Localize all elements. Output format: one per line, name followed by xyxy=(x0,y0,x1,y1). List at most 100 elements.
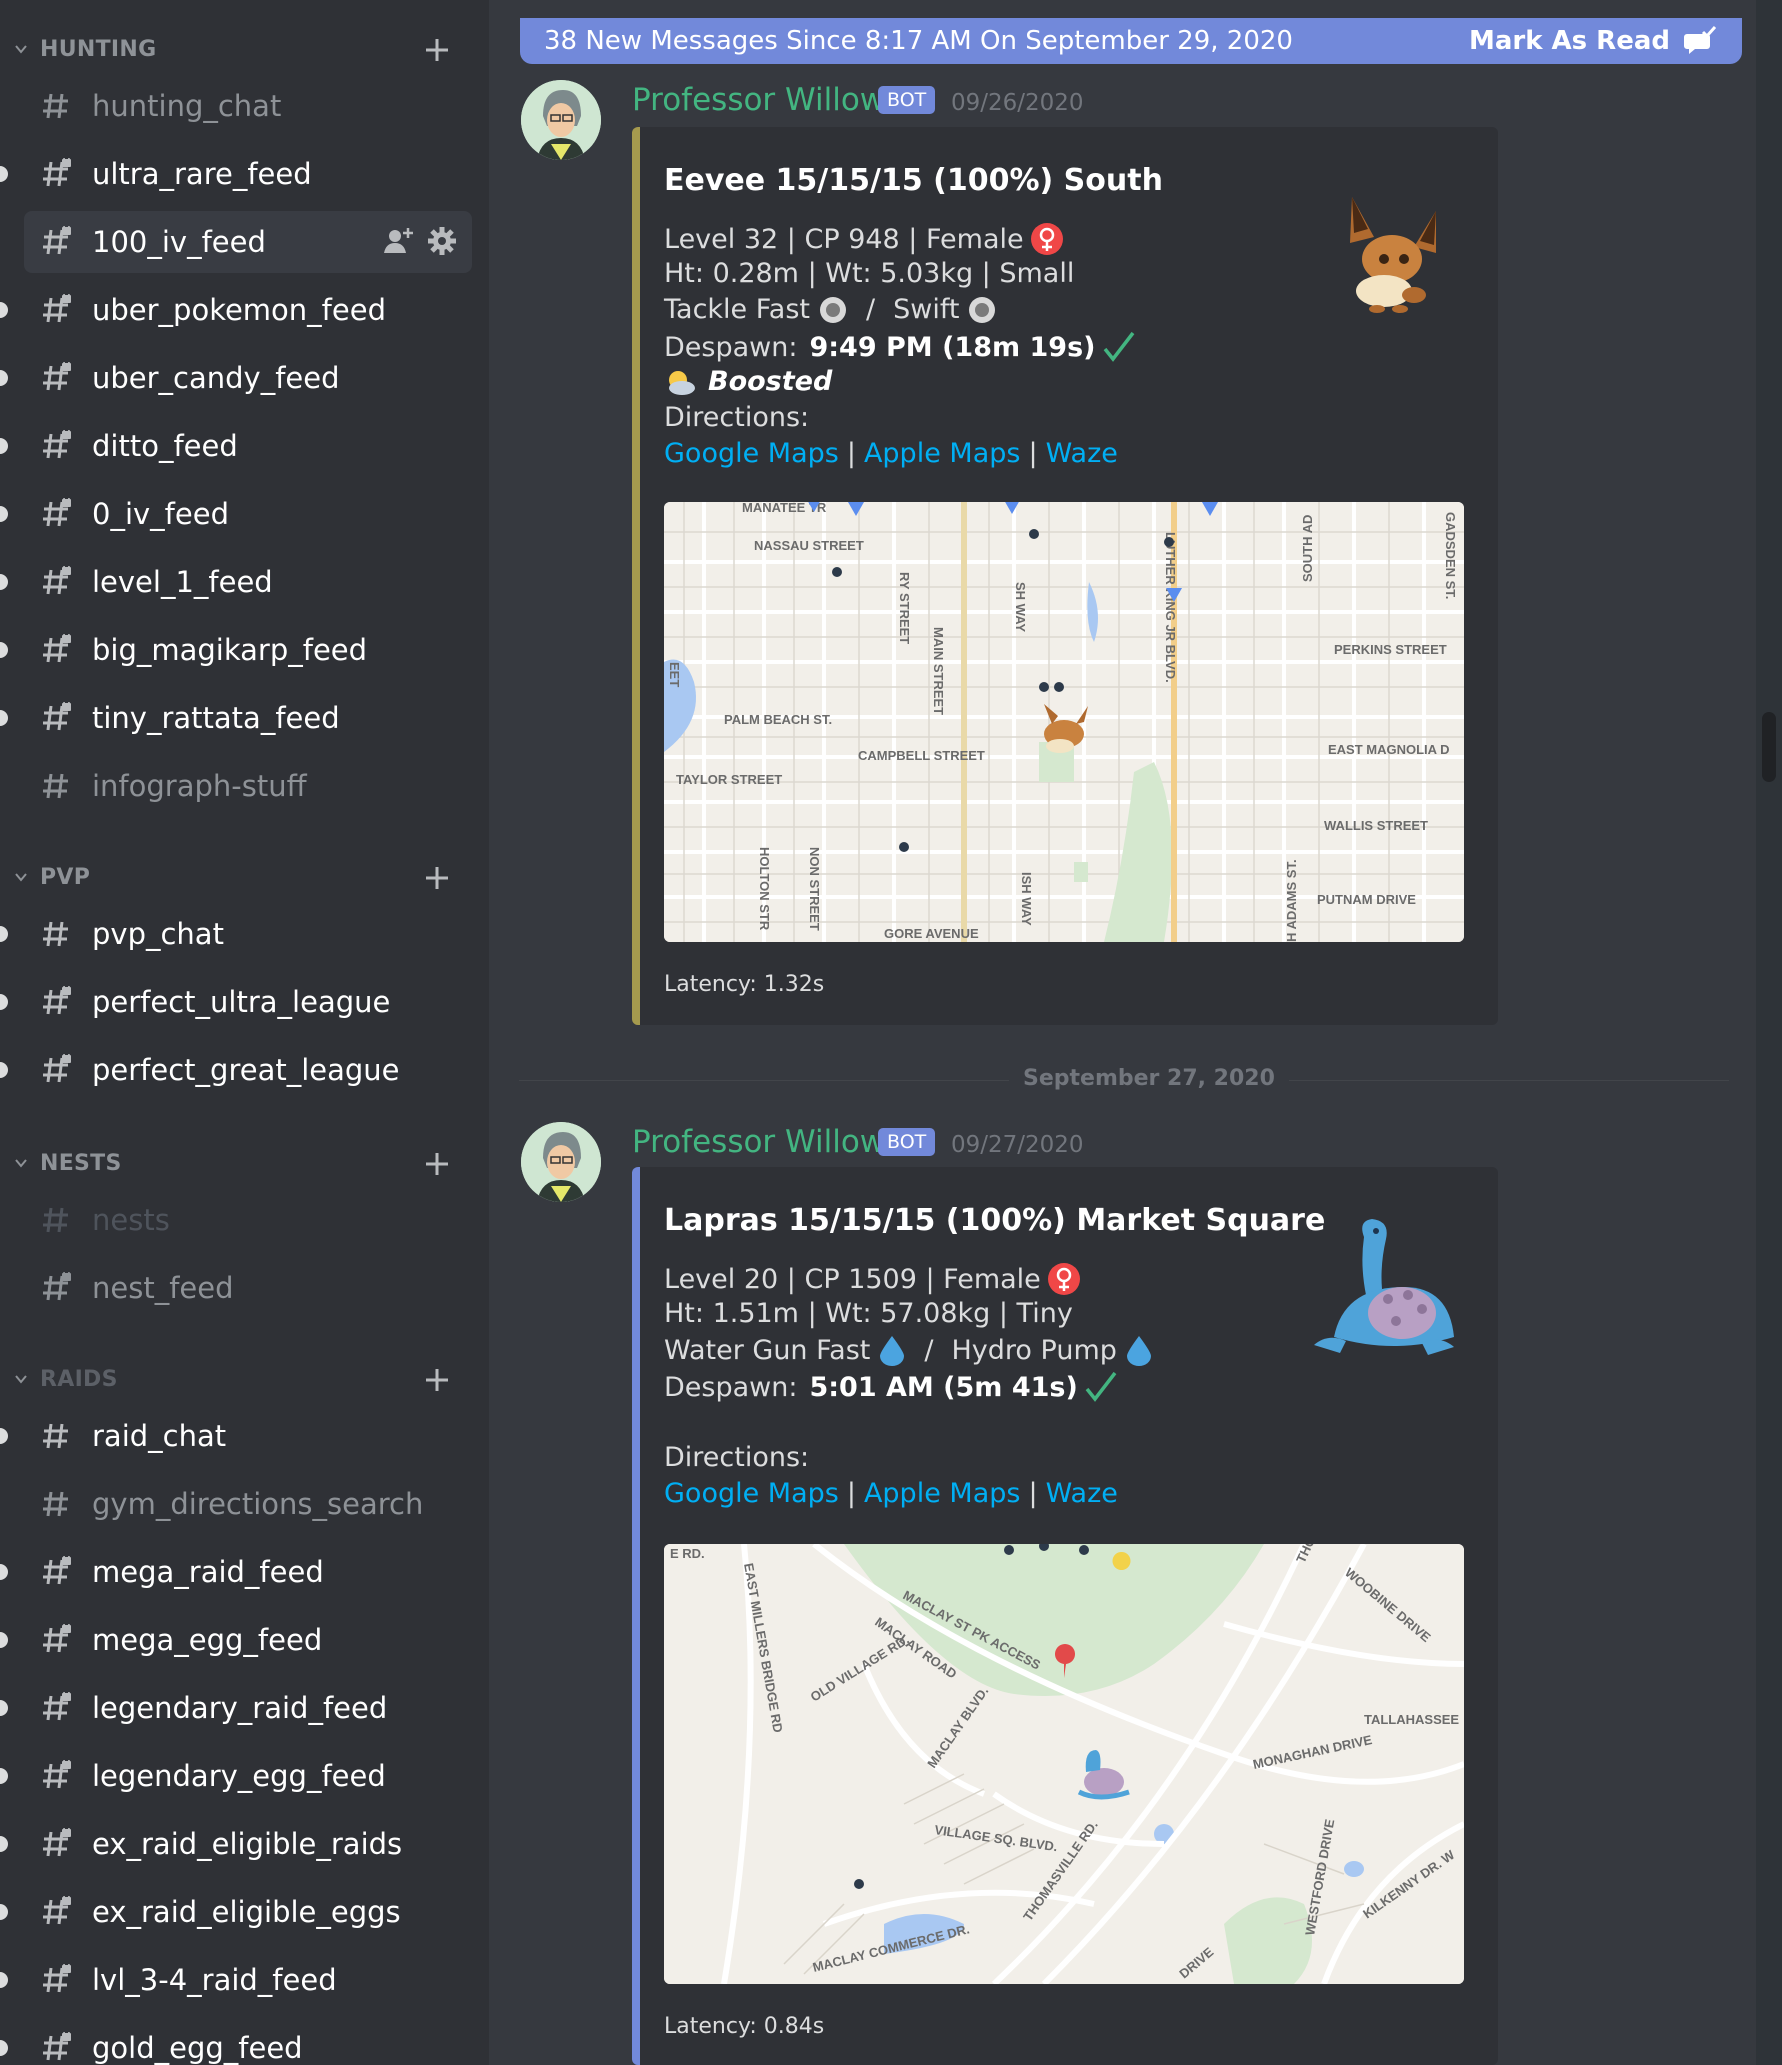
new-messages-banner[interactable]: 38 New Messages Since 8:17 AM On Septemb… xyxy=(520,18,1742,64)
sidebar-item-ditto-feed[interactable]: ditto_feed xyxy=(0,415,472,477)
unread-indicator xyxy=(0,926,8,942)
size-line: Ht: 0.28m | Wt: 5.03kg | Small xyxy=(664,258,1075,289)
channel-name: mega_egg_feed xyxy=(92,1623,323,1657)
channel-name: pvp_chat xyxy=(92,917,224,951)
chat-area: 38 New Messages Since 8:17 AM On Septemb… xyxy=(489,0,1782,2065)
waze-link[interactable]: Waze xyxy=(1046,438,1118,469)
svg-text:TAYLOR STREET: TAYLOR STREET xyxy=(676,772,782,787)
boosted-label: Boosted xyxy=(708,366,833,397)
channel-name: raid_chat xyxy=(92,1419,227,1453)
unread-indicator xyxy=(0,1700,8,1716)
embed-title: Lapras 15/15/15 (100%) Market Square xyxy=(664,1203,1326,1238)
avatar[interactable] xyxy=(521,80,601,160)
locked-hash-icon xyxy=(43,566,71,595)
sidebar-item-nests[interactable]: nests xyxy=(24,1189,472,1251)
stats-line: Level 20 | CP 1509 | Female xyxy=(664,1263,1041,1295)
svg-text:E RD.: E RD. xyxy=(670,1546,705,1561)
plus-icon[interactable] xyxy=(423,1150,451,1178)
locked-hash-icon xyxy=(43,1692,71,1721)
hash-icon xyxy=(43,93,68,119)
category-nests[interactable]: NESTS xyxy=(0,1144,489,1184)
sidebar-item-gold-egg-feed[interactable]: gold_egg_feed xyxy=(0,2017,472,2065)
author-name[interactable]: Professor Willow. xyxy=(632,1124,892,1160)
svg-text:SOUTH AD: SOUTH AD xyxy=(1300,515,1315,582)
location-map[interactable]: MANATEE TR NASSAU STREET RY STREET SH WA… xyxy=(664,502,1464,942)
sidebar-item-ex-raid-eligible-eggs[interactable]: ex_raid_eligible_eggs xyxy=(0,1881,472,1943)
check-icon xyxy=(1085,1371,1117,1402)
category-hunting[interactable]: HUNTING xyxy=(0,30,489,70)
svg-text:RY STREET: RY STREET xyxy=(897,572,912,644)
channel-name: 100_iv_feed xyxy=(92,225,266,259)
hash-icon xyxy=(43,773,68,799)
mark-read-icon[interactable] xyxy=(1684,26,1716,56)
avatar[interactable] xyxy=(521,1122,601,1202)
channel-name: perfect_ultra_league xyxy=(92,985,391,1019)
waze-link[interactable]: Waze xyxy=(1046,1478,1118,1509)
chevron-down-icon[interactable] xyxy=(14,1156,28,1170)
link-separator: | xyxy=(846,1478,856,1509)
sidebar-item-nest-feed[interactable]: nest_feed xyxy=(24,1257,472,1319)
plus-icon[interactable] xyxy=(423,1366,451,1394)
sidebar-item-uber-candy-feed[interactable]: uber_candy_feed xyxy=(0,347,472,409)
plus-icon[interactable] xyxy=(423,864,451,892)
sidebar-item-infograph-stuff[interactable]: infograph-stuff xyxy=(24,755,472,817)
sidebar-item-pvp-chat[interactable]: pvp_chat xyxy=(0,903,472,965)
sidebar-item-mega-raid-feed[interactable]: mega_raid_feed xyxy=(0,1541,472,1603)
mark-as-read-button[interactable]: Mark As Read xyxy=(1469,26,1670,56)
despawn-time: 5:01 AM (5m 41s) xyxy=(809,1371,1078,1403)
google-maps-link[interactable]: Google Maps xyxy=(664,1478,839,1509)
hash-icon xyxy=(43,921,68,947)
location-map[interactable]: E RD. EAST MILLERS BRIDGE RD MACLAY ST P… xyxy=(664,1544,1464,1984)
unread-indicator xyxy=(0,710,8,726)
sidebar-item-ultra-rare-feed[interactable]: ultra_rare_feed xyxy=(0,143,472,205)
scrollbar-track[interactable] xyxy=(1756,0,1782,2065)
category-raids[interactable]: RAIDS xyxy=(0,1360,489,1400)
sidebar-item-big-magikarp-feed[interactable]: big_magikarp_feed xyxy=(0,619,472,681)
scrollbar-thumb[interactable] xyxy=(1762,712,1776,782)
sidebar-item-level-1-feed[interactable]: level_1_feed xyxy=(0,551,472,613)
locked-hash-icon xyxy=(43,702,71,731)
unread-indicator xyxy=(0,1428,8,1444)
sidebar-item-perfect-ultra-league[interactable]: perfect_ultra_league xyxy=(0,971,472,1033)
sidebar-item-perfect-great-league[interactable]: perfect_great_league xyxy=(0,1039,472,1101)
svg-text:NASSAU STREET: NASSAU STREET xyxy=(754,538,864,553)
channel-name: ex_raid_eligible_eggs xyxy=(92,1895,401,1929)
latency-text: Latency: 0.84s xyxy=(664,2014,825,2039)
sidebar-item-ex-raid-eligible-raids[interactable]: ex_raid_eligible_raids xyxy=(0,1813,472,1875)
category-pvp[interactable]: PVP xyxy=(0,858,489,898)
chevron-down-icon[interactable] xyxy=(14,42,28,56)
sidebar-item-0-iv-feed[interactable]: 0_iv_feed xyxy=(0,483,472,545)
apple-maps-link[interactable]: Apple Maps xyxy=(864,1478,1021,1509)
sidebar-item-lvl-3-4-raid-feed[interactable]: lvl_3-4_raid_feed xyxy=(0,1949,472,2011)
author-name[interactable]: Professor Willow. xyxy=(632,82,892,118)
new-messages-text: 38 New Messages Since 8:17 AM On Septemb… xyxy=(544,26,1293,56)
unread-indicator xyxy=(0,994,8,1010)
channel-name: gold_egg_feed xyxy=(92,2031,303,2065)
svg-text:ISH WAY: ISH WAY xyxy=(1019,872,1034,926)
sidebar-item-tiny-rattata-feed[interactable]: tiny_rattata_feed xyxy=(0,687,472,749)
unread-indicator xyxy=(0,2040,8,2056)
sidebar-item-raid-chat[interactable]: raid_chat xyxy=(0,1405,472,1467)
channel-name: ex_raid_eligible_raids xyxy=(92,1827,403,1861)
google-maps-link[interactable]: Google Maps xyxy=(664,438,839,469)
sidebar-item-100-iv-feed[interactable]: 100_iv_feed xyxy=(24,211,472,273)
link-separator: | xyxy=(1028,438,1038,469)
timestamp: 09/26/2020 xyxy=(951,90,1084,116)
unread-indicator xyxy=(0,1632,8,1648)
channel-name: nest_feed xyxy=(92,1271,234,1305)
gear-icon[interactable] xyxy=(426,225,458,257)
locked-hash-icon xyxy=(43,1828,71,1857)
move-separator: / xyxy=(866,294,876,325)
sidebar-item-mega-egg-feed[interactable]: mega_egg_feed xyxy=(0,1609,472,1671)
chevron-down-icon[interactable] xyxy=(14,870,28,884)
sidebar-item-legendary-egg-feed[interactable]: legendary_egg_feed xyxy=(0,1745,472,1807)
apple-maps-link[interactable]: Apple Maps xyxy=(864,438,1021,469)
normal-type-icon xyxy=(820,296,846,323)
sidebar-item-legendary-raid-feed[interactable]: legendary_raid_feed xyxy=(0,1677,472,1739)
add-member-icon[interactable] xyxy=(382,225,414,257)
sidebar-item-uber-pokemon-feed[interactable]: uber_pokemon_feed xyxy=(0,279,472,341)
plus-icon[interactable] xyxy=(423,36,451,64)
sidebar-item-gym-directions-search[interactable]: gym_directions_search xyxy=(24,1473,472,1535)
sidebar-item-hunting-chat[interactable]: hunting_chat xyxy=(24,75,472,137)
chevron-down-icon[interactable] xyxy=(14,1372,28,1386)
